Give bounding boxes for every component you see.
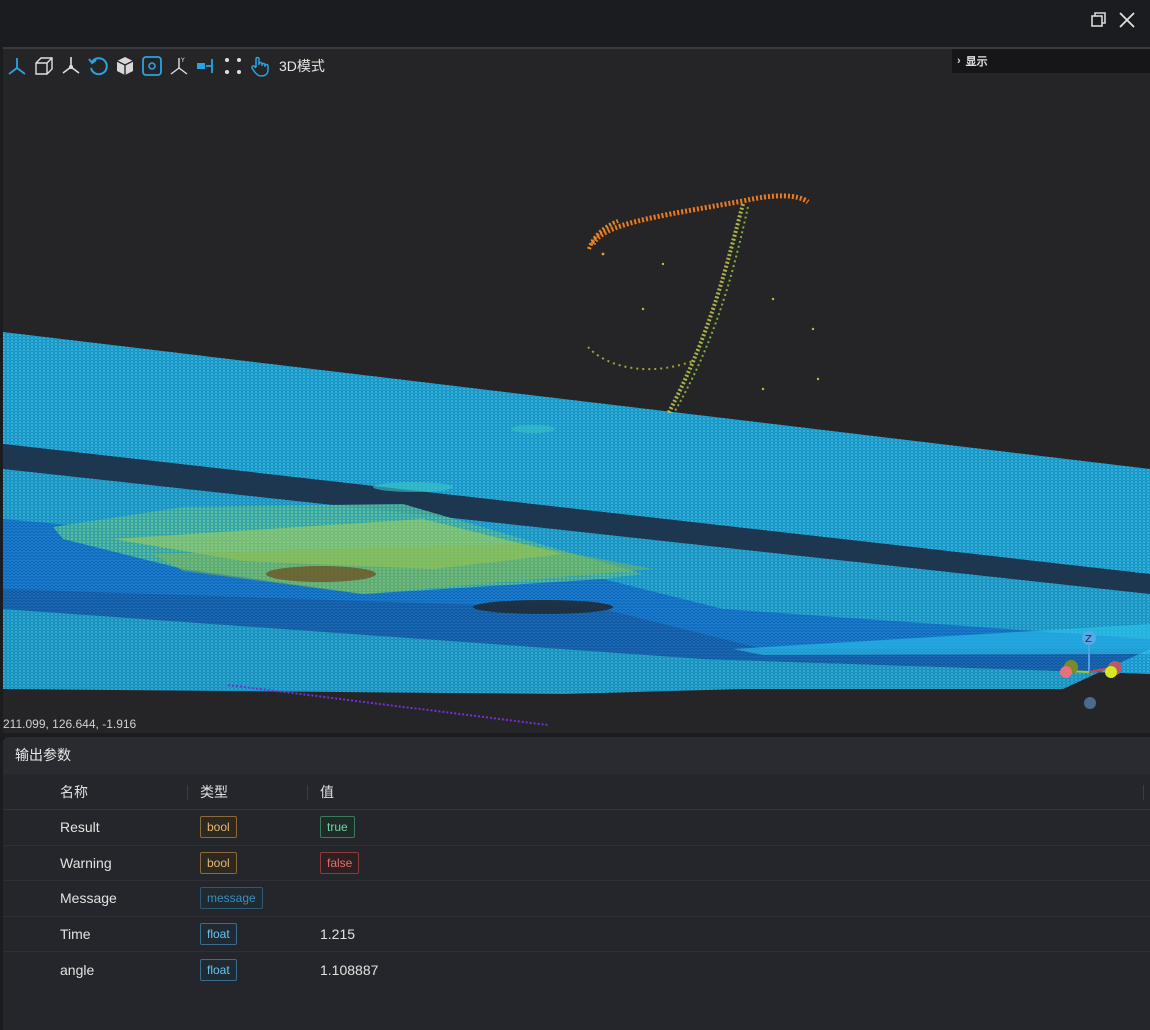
param-name: Message bbox=[60, 890, 117, 907]
display-panel-toggle[interactable]: › 显示 bbox=[952, 49, 1150, 73]
close-icon[interactable] bbox=[1116, 9, 1138, 31]
param-name: Warning bbox=[60, 854, 112, 871]
table-row[interactable]: Message message bbox=[3, 881, 1150, 917]
chevron-right-icon: › bbox=[957, 55, 961, 67]
viewer-toolbar: Y 3D模式 bbox=[5, 53, 325, 79]
measure-icon[interactable] bbox=[194, 54, 218, 78]
title-bar bbox=[0, 0, 1150, 46]
display-panel-label: 显示 bbox=[965, 56, 988, 68]
coordinate-readout: 211.099, 126.644, -1.916 bbox=[3, 717, 137, 731]
hand-pan-icon[interactable] bbox=[248, 54, 272, 78]
axis-yz-icon[interactable]: Y bbox=[167, 54, 191, 78]
param-name: Time bbox=[60, 925, 91, 942]
type-tag: message bbox=[200, 887, 263, 910]
param-name: angle bbox=[60, 961, 95, 978]
box-view-icon[interactable] bbox=[32, 54, 56, 78]
svg-text:Y: Y bbox=[180, 57, 185, 64]
point-cloud-render bbox=[3, 193, 1150, 726]
output-params-table: 名称 类型 值 Result bool true Warning bool fa… bbox=[3, 775, 1150, 988]
fit-view-icon[interactable] bbox=[140, 54, 164, 78]
points-icon[interactable] bbox=[221, 54, 245, 78]
restore-icon[interactable] bbox=[1088, 9, 1110, 31]
param-name: Result bbox=[60, 819, 100, 836]
output-params-panel: 输出参数 名称 类型 值 Result bool true Warning bo… bbox=[3, 737, 1150, 1030]
table-row[interactable]: Warning bool false bbox=[3, 846, 1150, 881]
type-tag: float bbox=[200, 922, 237, 945]
table-row[interactable]: Result bool true bbox=[3, 810, 1150, 846]
cube-icon[interactable] bbox=[113, 54, 137, 78]
hook-object bbox=[587, 193, 820, 415]
table-row[interactable]: Time float 1.215 bbox=[3, 917, 1150, 952]
type-tag: bool bbox=[200, 851, 237, 874]
gizmo-z-label: Z bbox=[1085, 634, 1092, 645]
value-tag: true bbox=[320, 816, 355, 839]
value-tag: false bbox=[320, 851, 360, 874]
rotate-reset-icon[interactable] bbox=[86, 54, 110, 78]
column-header-type[interactable]: 类型 bbox=[200, 782, 228, 802]
axis-gizmo[interactable]: Z bbox=[1055, 627, 1135, 717]
value-text: 1.108887 bbox=[320, 961, 379, 978]
column-header-name[interactable]: 名称 bbox=[60, 782, 88, 802]
table-row[interactable]: angle float 1.108887 bbox=[3, 952, 1150, 988]
type-tag: bool bbox=[200, 816, 237, 839]
column-header-value[interactable]: 值 bbox=[320, 782, 334, 802]
point-cloud-viewport[interactable]: Y 3D模式 › 显示 211.099, 126.644, -1.916 Z bbox=[3, 47, 1150, 733]
mode-label[interactable]: 3D模式 bbox=[279, 56, 325, 76]
output-params-title: 输出参数 bbox=[3, 737, 1150, 774]
axis-xyz-icon[interactable] bbox=[5, 54, 29, 78]
value-text: 1.215 bbox=[320, 925, 356, 942]
axis-tripod-icon[interactable] bbox=[59, 54, 83, 78]
table-header: 名称 类型 值 bbox=[3, 775, 1150, 810]
type-tag: float bbox=[200, 958, 237, 981]
